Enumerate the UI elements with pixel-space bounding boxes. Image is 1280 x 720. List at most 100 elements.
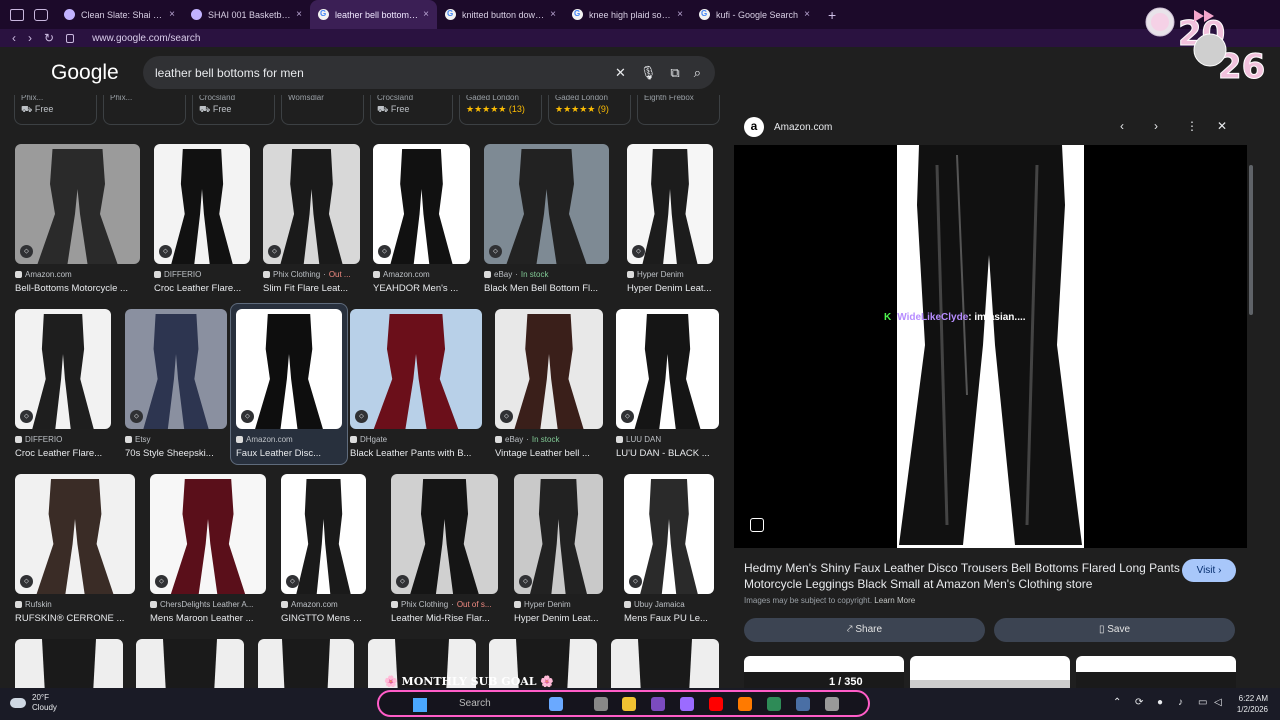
tab-0[interactable]: Clean Slate: Shai Gilgeous × [56, 0, 183, 29]
sync-icon[interactable]: ⟳ [1135, 697, 1143, 708]
result-thumbnail[interactable]: ⬦ [624, 474, 714, 594]
product-title[interactable]: Hedmy Men's Shiny Faux Leather Disco Tro… [744, 560, 1184, 592]
result-title[interactable]: Croc Leather Flare... [154, 283, 250, 294]
clock[interactable]: 6:22 AM 1/2/2026 [1237, 693, 1268, 715]
result-title[interactable]: LU'U DAN - BLACK ... [616, 448, 719, 459]
product-tag-icon[interactable]: ⬦ [20, 245, 33, 258]
search-input[interactable]: leather bell bottoms for men [155, 66, 615, 80]
network-icon[interactable]: ▭ [1198, 697, 1207, 708]
image-result-card[interactable]: ⬦ DHgate Black Leather Pants with B... [350, 309, 482, 459]
related-thumbnail[interactable] [744, 656, 904, 688]
file-explorer-icon[interactable] [622, 697, 636, 711]
result-thumbnail[interactable]: ⬦ [514, 474, 603, 594]
product-tag-icon[interactable]: ⬦ [629, 575, 642, 588]
image-result-card[interactable]: ⬦ Amazon.com GINGTTO Mens W... [281, 474, 366, 624]
image-result-card[interactable]: ⬦ Amazon.com Bell-Bottoms Motorcycle ... [15, 144, 140, 294]
product-tag-icon[interactable]: ⬦ [155, 575, 168, 588]
voice-search-icon[interactable]: 🎙 [640, 65, 657, 81]
product-tag-icon[interactable]: ⬦ [159, 245, 172, 258]
image-result-card[interactable]: ⬦ Ubuy Jamaica Mens Faux PU Le... [624, 474, 714, 624]
tab-close-icon[interactable]: × [296, 9, 302, 20]
product-tag-icon[interactable]: ⬦ [632, 245, 645, 258]
back-arrow-icon[interactable]: ‹ [12, 31, 16, 45]
google-lens-icon[interactable] [750, 518, 764, 532]
result-thumbnail[interactable] [136, 639, 244, 688]
product-tag-icon[interactable]: ⬦ [519, 575, 532, 588]
share-button[interactable]: ⤤ Share [744, 618, 985, 642]
product-tag-icon[interactable]: ⬦ [20, 410, 33, 423]
result-thumbnail[interactable]: ⬦ [350, 309, 482, 429]
tab-close-icon[interactable]: × [550, 9, 556, 20]
result-thumbnail[interactable]: ⬦ [373, 144, 470, 264]
image-result-card[interactable]: ⬦ DIFFERIO Croc Leather Flare... [15, 309, 111, 459]
clear-icon[interactable]: ✕ [615, 65, 626, 81]
tray-icon[interactable]: ● [1157, 697, 1163, 708]
reload-icon[interactable]: ↻ [44, 31, 54, 45]
image-result-card[interactable]: ⬦ Rufskin RUFSKIN® CERRONE ... [15, 474, 135, 624]
result-thumbnail[interactable] [258, 639, 354, 688]
google-logo[interactable]: Google [51, 61, 119, 85]
result-title[interactable]: Vintage Leather bell ... [495, 448, 603, 459]
product-tag-icon[interactable]: ⬦ [489, 245, 502, 258]
workspace-icon[interactable] [34, 8, 48, 21]
tab-5[interactable]: kufi - Google Search × [691, 0, 818, 29]
result-thumbnail[interactable]: ⬦ [391, 474, 498, 594]
product-chip[interactable]: Gaded London ★★★★★ (9) [548, 95, 631, 125]
forward-arrow-icon[interactable]: › [28, 31, 32, 45]
tab-actions-icon[interactable] [10, 8, 24, 21]
image-result-card[interactable]: ⬦ DIFFERIO Croc Leather Flare... [154, 144, 250, 294]
copilot-icon[interactable] [549, 697, 563, 711]
result-thumbnail[interactable]: ⬦ [154, 144, 250, 264]
result-thumbnail[interactable] [611, 639, 719, 688]
image-result-card[interactable]: ⬦ Hyper Denim Hyper Denim Leat... [627, 144, 713, 294]
weather-widget[interactable]: 20°F Cloudy [10, 693, 57, 713]
product-chip[interactable]: Gaded London ★★★★★ (13) [459, 95, 542, 125]
panel-source[interactable]: Amazon.com [774, 122, 832, 133]
panel-scrollbar[interactable] [1249, 165, 1253, 315]
image-result-card[interactable]: ⬦ Etsy 70s Style Sheepski... [125, 309, 227, 459]
product-chip[interactable]: Womsdlar [281, 95, 364, 125]
product-tag-icon[interactable]: ⬦ [130, 410, 143, 423]
previous-icon[interactable]: ‹ [1120, 119, 1124, 133]
image-result-card[interactable] [611, 639, 719, 688]
result-title[interactable]: GINGTTO Mens W... [281, 613, 366, 624]
product-tag-icon[interactable]: ⬦ [241, 410, 254, 423]
result-title[interactable]: Leather Mid-Rise Flar... [391, 613, 498, 624]
visit-button[interactable]: Visit › [1182, 559, 1236, 582]
search-box[interactable]: leather bell bottoms for men ✕ 🎙 ⧉ ⌕ [143, 56, 715, 89]
tab-4[interactable]: knee high plaid socks - G× [564, 0, 691, 29]
product-tag-icon[interactable]: ⬦ [268, 245, 281, 258]
image-result-card[interactable]: ⬦ Phix Clothing · Out of s... Leather Mid-… [391, 474, 498, 624]
product-chip[interactable]: Crocsland ⛟ Free [192, 95, 275, 125]
tab-close-icon[interactable]: × [804, 9, 810, 20]
app-icon[interactable] [651, 697, 665, 711]
result-title[interactable]: Black Leather Pants with B... [350, 448, 482, 459]
app-icon[interactable] [738, 697, 752, 711]
image-result-card[interactable]: ⬦ Amazon.com YEAHDOR Men's ... [373, 144, 470, 294]
save-button[interactable]: ▯ Save [994, 618, 1235, 642]
image-result-card[interactable]: ⬦ eBay · In stock Black Men Bell Bottom Fl… [484, 144, 609, 294]
result-thumbnail[interactable]: ⬦ [15, 309, 111, 429]
tab-close-icon[interactable]: × [423, 9, 429, 20]
related-thumbnail[interactable] [1076, 656, 1236, 688]
task-view-icon[interactable] [594, 697, 608, 711]
close-icon[interactable]: ✕ [1217, 119, 1227, 133]
url-field[interactable]: www.google.com/search [92, 33, 200, 44]
product-chip[interactable]: Phix... ⛟ Free [14, 95, 97, 125]
app-icon[interactable] [767, 697, 781, 711]
result-thumbnail[interactable]: ⬦ [236, 309, 342, 429]
result-thumbnail[interactable]: ⬦ [150, 474, 266, 594]
image-result-card[interactable] [15, 639, 123, 688]
result-title[interactable]: RUFSKIN® CERRONE ... [15, 613, 135, 624]
tab-1[interactable]: SHAI 001 Basketball Low × [183, 0, 310, 29]
result-title[interactable]: Black Men Bell Bottom Fl... [484, 283, 609, 294]
preview-image[interactable]: K WideLikeClyde: im asian.... [734, 145, 1247, 548]
related-thumbnail[interactable] [910, 656, 1070, 688]
start-icon[interactable] [413, 698, 427, 712]
product-tag-icon[interactable]: ⬦ [378, 245, 391, 258]
result-thumbnail[interactable]: ⬦ [263, 144, 360, 264]
result-thumbnail[interactable]: ⬦ [15, 474, 135, 594]
result-title[interactable]: YEAHDOR Men's ... [373, 283, 470, 294]
product-tag-icon[interactable]: ⬦ [500, 410, 513, 423]
result-title[interactable]: Slim Fit Flare Leat... [263, 283, 360, 294]
